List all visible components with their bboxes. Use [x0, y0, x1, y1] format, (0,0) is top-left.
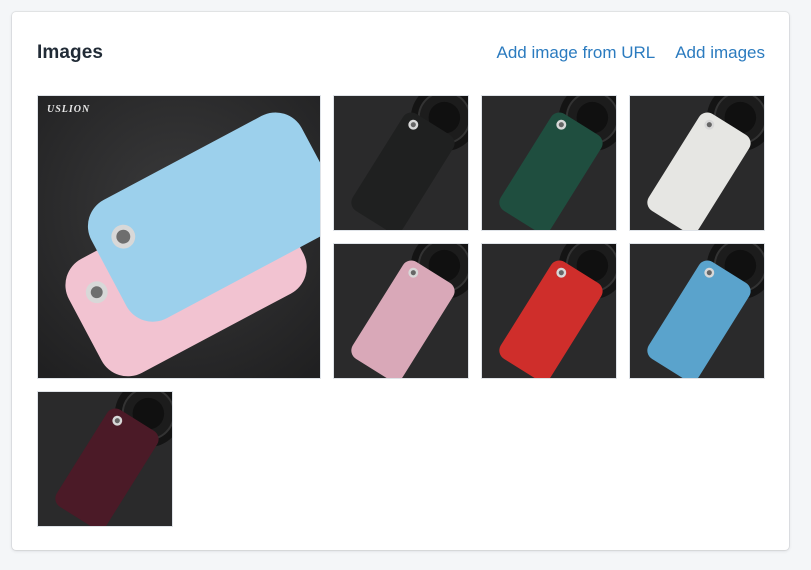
- brand-watermark: USLION: [47, 104, 91, 115]
- product-image-thumbnail[interactable]: [629, 95, 765, 231]
- product-image-thumbnail[interactable]: [333, 243, 469, 379]
- product-image-thumbnail[interactable]: [333, 95, 469, 231]
- phone-case-photo: [334, 96, 468, 230]
- product-image-thumbnail[interactable]: [481, 243, 617, 379]
- phone-case-photo: [482, 96, 616, 230]
- phone-case-photo: [630, 96, 764, 230]
- featured-product-image[interactable]: USLION: [37, 95, 321, 379]
- product-image-thumbnail[interactable]: [37, 391, 173, 527]
- phone-case-photo: [38, 96, 320, 378]
- images-card: Images Add image from URL Add images USL…: [12, 12, 789, 550]
- phone-case-photo: [482, 244, 616, 378]
- phone-case-photo: [38, 392, 172, 526]
- card-actions: Add image from URL Add images: [496, 43, 765, 63]
- add-image-from-url-link[interactable]: Add image from URL: [496, 43, 655, 63]
- phone-case-photo: [334, 244, 468, 378]
- add-images-link[interactable]: Add images: [675, 43, 765, 63]
- card-title: Images: [37, 42, 104, 63]
- product-image-thumbnail[interactable]: [481, 95, 617, 231]
- phone-case-photo: [630, 244, 764, 378]
- product-image-thumbnail[interactable]: [629, 243, 765, 379]
